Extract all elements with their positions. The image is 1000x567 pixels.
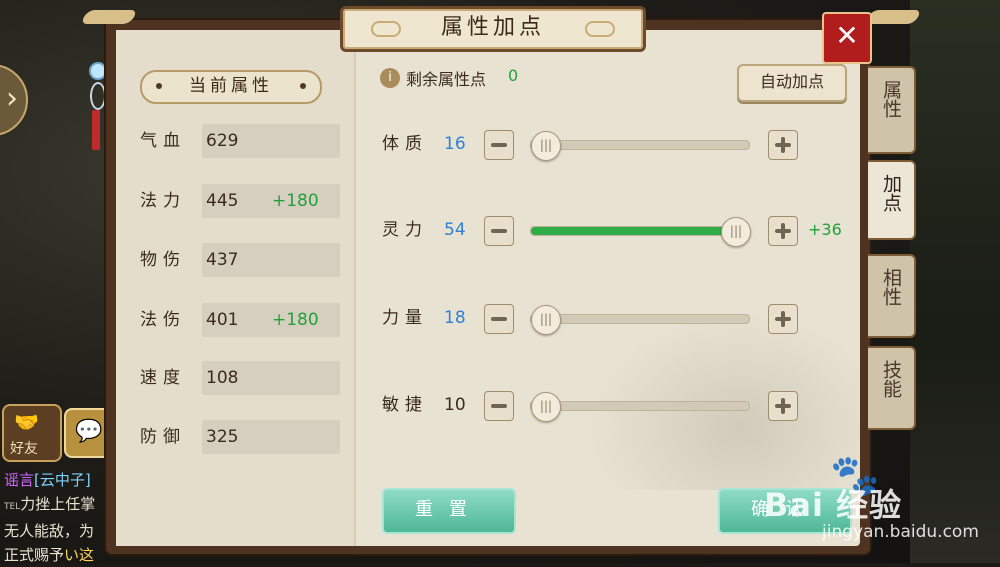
slider-fill	[531, 227, 735, 235]
tab-allocate[interactable]: 加点	[868, 160, 916, 240]
increase-button[interactable]	[768, 304, 798, 334]
friends-button[interactable]: 🤝 好友	[2, 404, 62, 462]
stat-label: 法力	[140, 191, 186, 211]
chat-log: 谣言[云中子] TEL力挫上任掌 无人能敌，为 正式赐予い这	[4, 468, 114, 567]
stat-row-mana: 法力 445 +180	[140, 184, 340, 218]
attribute-row-agility: 敏捷 10 |||	[382, 387, 852, 423]
chat-shortcuts: 🤝 好友 💬	[2, 404, 114, 462]
cloud-ornament-icon	[585, 21, 615, 37]
stat-label: 物伤	[140, 250, 186, 270]
increase-button[interactable]	[768, 216, 798, 246]
attribute-value: 10	[444, 395, 466, 415]
tab-skills[interactable]: 技能	[868, 346, 916, 430]
stat-label: 速度	[140, 368, 186, 388]
slider-handle[interactable]: |||	[721, 217, 751, 247]
current-stats-title: 当前属性	[140, 70, 322, 104]
increase-button[interactable]	[768, 391, 798, 421]
attribute-row-spirit: 灵力 54 ||| +36	[382, 212, 852, 248]
slider-handle[interactable]: |||	[531, 392, 561, 422]
stat-value: 629	[206, 131, 239, 151]
attribute-row-strength: 力量 18 |||	[382, 300, 852, 336]
column-divider	[354, 30, 356, 546]
stat-bonus: +180	[272, 191, 319, 211]
auto-allocate-button[interactable]: 自动加点	[737, 64, 847, 102]
stat-row-phys-dmg: 物伤 437	[140, 243, 340, 277]
chat-line: 正式赐予い这	[4, 546, 95, 564]
attribute-added: +36	[808, 220, 842, 239]
cloud-ornament-icon	[371, 21, 401, 37]
attribute-slider[interactable]: |||	[530, 392, 750, 422]
attribute-row-constitution: 体质 16 |||	[382, 126, 852, 162]
watermark-url: jingyan.baidu.com	[822, 522, 979, 542]
stat-bonus: +180	[272, 310, 319, 330]
chat-line: 无人能敌，为	[4, 522, 95, 540]
close-icon: ✕	[835, 19, 859, 52]
attribute-value: 16	[444, 134, 466, 154]
chat-line: 谣言[云中子]	[4, 471, 91, 489]
attribute-label: 体质	[382, 134, 428, 154]
stat-value: 108	[206, 368, 239, 388]
increase-button[interactable]	[768, 130, 798, 160]
attribute-label: 敏捷	[382, 395, 428, 415]
attribute-slider[interactable]: |||	[530, 131, 750, 161]
attribute-value: 18	[444, 308, 466, 328]
stat-row-magic-dmg: 法伤 401 +180	[140, 303, 340, 337]
attribute-label: 灵力	[382, 220, 428, 240]
stat-label: 防御	[140, 427, 186, 447]
attribute-slider[interactable]: |||	[530, 217, 751, 247]
tab-attributes[interactable]: 属性	[868, 66, 916, 154]
slider-handle[interactable]: |||	[531, 131, 561, 161]
info-icon[interactable]: i	[380, 68, 400, 88]
decrease-button[interactable]	[484, 216, 514, 246]
reset-button[interactable]: 重置	[382, 488, 516, 534]
window-title: 属性加点	[440, 15, 545, 40]
stat-value: 401	[206, 310, 239, 330]
decrease-button[interactable]	[484, 130, 514, 160]
decrease-button[interactable]	[484, 391, 514, 421]
stat-label: 气血	[140, 131, 186, 151]
slider-handle[interactable]: |||	[531, 305, 561, 335]
baidu-jingyan-watermark: 🐾 Bai 经验 jingyan.baidu.com	[764, 450, 1000, 550]
chat-line: TEL力挫上任掌	[4, 495, 96, 513]
watermark-brand: Bai 经验	[764, 486, 903, 524]
window-title-plate: 属性加点	[340, 6, 646, 52]
friends-label: 好友	[10, 441, 38, 457]
remaining-points-value: 0	[508, 66, 519, 85]
stat-value: 437	[206, 250, 239, 270]
stat-value: 325	[206, 427, 239, 447]
attribute-value: 54	[444, 220, 466, 240]
stat-row-defense: 防御 325	[140, 420, 340, 454]
jade-pendant-ornament	[86, 40, 107, 150]
decrease-button[interactable]	[484, 304, 514, 334]
remaining-points-label: 剩余属性点	[406, 70, 487, 89]
close-button[interactable]: ✕	[822, 12, 872, 64]
stat-row-speed: 速度 108	[140, 361, 340, 395]
current-stats-section	[116, 30, 354, 546]
attribute-slider[interactable]: |||	[530, 305, 750, 335]
attribute-label: 力量	[382, 308, 428, 328]
stat-value: 445	[206, 191, 239, 211]
stat-label: 法伤	[140, 310, 186, 330]
tab-affinity[interactable]: 相性	[868, 254, 916, 338]
stat-row-hp: 气血 629	[140, 124, 340, 158]
handshake-icon: 🤝	[14, 410, 39, 434]
